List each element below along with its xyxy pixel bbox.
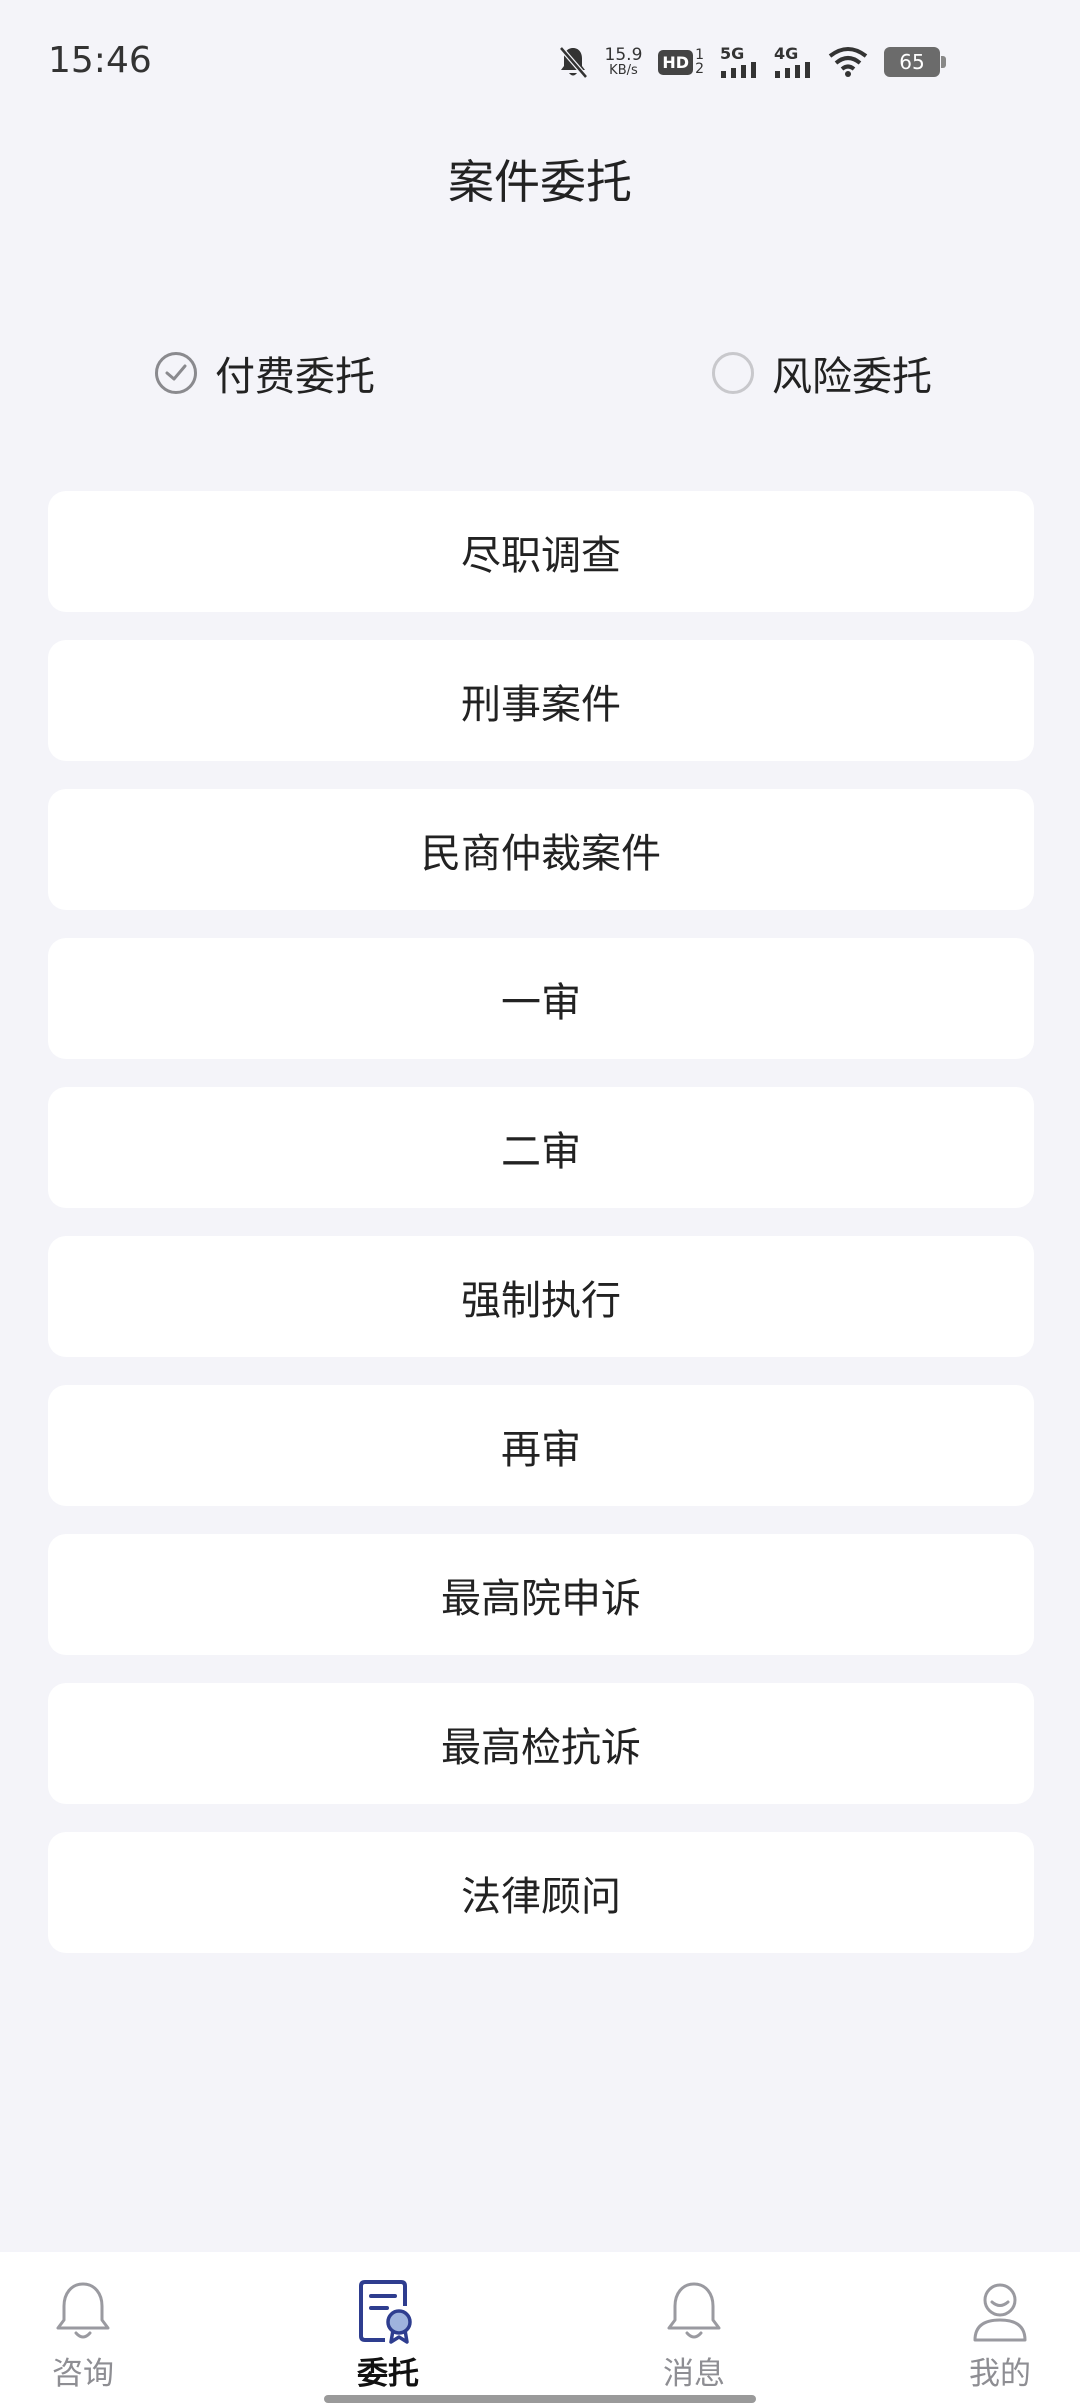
status-bar: 15:46 15.9 KB/s HD 1 2 5G 4G 65 xyxy=(0,0,1080,130)
nav-entrust-label: 委托 xyxy=(357,2356,419,2392)
case-type-first-instance[interactable]: 一审 xyxy=(48,938,1034,1059)
net-4g-label: 4G xyxy=(774,44,799,63)
hd-sub-bottom: 2 xyxy=(695,61,704,77)
hd-label: HD xyxy=(658,49,694,75)
unchecked-circle-icon xyxy=(712,352,754,394)
case-type-second-instance[interactable]: 二审 xyxy=(48,1087,1034,1208)
hd-sub: 1 2 xyxy=(695,48,704,76)
nav-mine-label: 我的 xyxy=(969,2356,1031,2392)
nav-item-messages[interactable]: 消息 xyxy=(594,2252,794,2408)
nav-item-entrust[interactable]: 委托 xyxy=(288,2252,488,2408)
mute-bell-icon xyxy=(558,46,588,79)
document-award-icon xyxy=(359,2280,412,2344)
case-type-supreme-procuratorate-protest[interactable]: 最高检抗诉 xyxy=(48,1683,1034,1804)
radio-paid-label: 付费委托 xyxy=(215,354,375,400)
status-icons: 15.9 KB/s HD 1 2 5G 4G 65 xyxy=(557,40,946,84)
page-title: 案件委托 xyxy=(448,155,632,209)
checked-circle-icon xyxy=(155,352,197,394)
net-speed-unit: KB/s xyxy=(609,63,638,78)
net-speed-value: 15.9 xyxy=(604,45,643,65)
net-5g: 5G xyxy=(720,46,758,78)
bell-icon xyxy=(667,2282,721,2339)
radio-risk-entrust[interactable]: 风险委托 xyxy=(712,345,932,401)
case-type-civil-arbitration[interactable]: 民商仲裁案件 xyxy=(48,789,1034,910)
net-4g: 4G xyxy=(774,46,812,78)
bell-icon xyxy=(56,2282,110,2339)
wifi-icon xyxy=(828,47,868,77)
case-type-due-diligence[interactable]: 尽职调查 xyxy=(48,491,1034,612)
radio-risk-label: 风险委托 xyxy=(772,354,932,400)
case-type-criminal[interactable]: 刑事案件 xyxy=(48,640,1034,761)
net-speed: 15.9 KB/s xyxy=(604,45,643,78)
nav-consult-label: 咨询 xyxy=(52,2356,114,2392)
nav-item-consult[interactable]: 咨询 xyxy=(0,2252,183,2408)
net-5g-label: 5G xyxy=(720,44,745,63)
radio-paid-entrust[interactable]: 付费委托 xyxy=(155,345,375,401)
hd-badge: HD 1 2 xyxy=(658,48,704,76)
nav-messages-label: 消息 xyxy=(663,2356,725,2392)
case-type-list: 尽职调查 刑事案件 民商仲裁案件 一审 二审 强制执行 再审 最高院申诉 最高检… xyxy=(48,491,1034,1981)
case-type-enforcement[interactable]: 强制执行 xyxy=(48,1236,1034,1357)
app-screen: 15:46 15.9 KB/s HD 1 2 5G 4G 65 案件委托 付费委… xyxy=(0,0,1080,2408)
hd-sub-top: 1 xyxy=(695,47,704,63)
status-time: 15:46 xyxy=(48,40,152,81)
bottom-nav: 咨询 委托 消息 我的 xyxy=(0,2252,1080,2408)
case-type-legal-counsel[interactable]: 法律顾问 xyxy=(48,1832,1034,1953)
nav-item-mine[interactable]: 我的 xyxy=(900,2252,1080,2408)
signal-icon xyxy=(775,62,810,78)
case-type-retrial[interactable]: 再审 xyxy=(48,1385,1034,1506)
battery-icon: 65 xyxy=(884,47,946,77)
user-icon xyxy=(973,2283,1027,2342)
home-indicator xyxy=(324,2395,756,2403)
signal-icon xyxy=(721,62,756,78)
case-type-supreme-court-appeal[interactable]: 最高院申诉 xyxy=(48,1534,1034,1655)
